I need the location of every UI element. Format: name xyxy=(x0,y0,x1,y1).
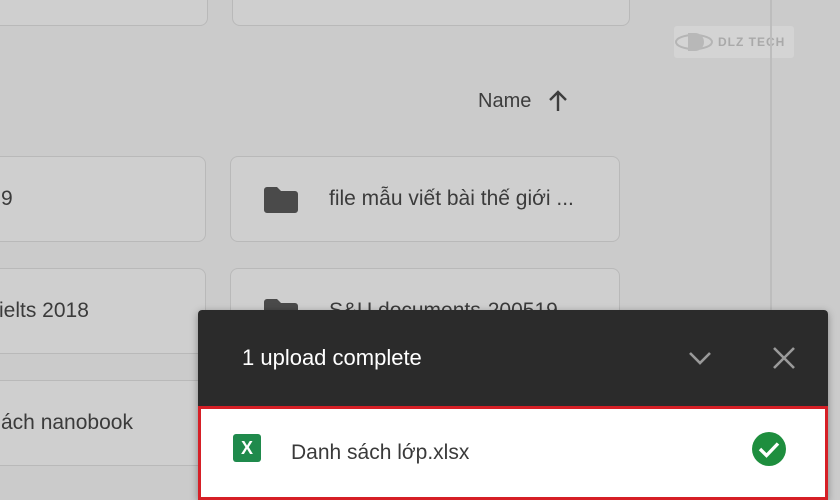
sort-control[interactable]: Name xyxy=(478,86,569,116)
close-icon[interactable] xyxy=(766,340,802,376)
uploaded-file-row[interactable]: X Danh sách lớp.xlsx xyxy=(198,406,828,500)
excel-icon: X xyxy=(233,434,261,462)
folder-card[interactable] xyxy=(232,0,630,26)
arrow-up-icon[interactable] xyxy=(547,89,569,113)
chevron-down-icon[interactable] xyxy=(682,340,718,376)
upload-panel-header: 1 upload complete xyxy=(198,310,828,406)
watermark-text: DLZ TECH xyxy=(718,35,786,49)
folder-name: 9 xyxy=(1,187,13,210)
folder-name: file mẫu viết bài thế giới ... xyxy=(329,187,574,210)
upload-panel: 1 upload complete X Danh sách lớp.xlsx xyxy=(198,310,828,500)
uploaded-file-name: Danh sách lớp.xlsx xyxy=(291,441,470,464)
check-circle-icon xyxy=(752,432,786,466)
watermark: DLZ TECH xyxy=(674,26,794,58)
folder-name: ielts 2018 xyxy=(0,299,89,322)
folder-card[interactable]: ielts 2018 xyxy=(0,268,206,354)
folder-name: ách nanobook xyxy=(1,411,133,434)
folder-card[interactable]: ách nanobook xyxy=(0,380,206,466)
upload-status-title: 1 upload complete xyxy=(242,345,422,370)
folder-icon xyxy=(264,187,298,213)
folder-card[interactable]: 9 xyxy=(0,156,206,242)
dlz-logo-icon xyxy=(675,33,713,51)
folder-card[interactable]: file mẫu viết bài thế giới ... xyxy=(230,156,620,242)
folder-card[interactable] xyxy=(0,0,208,26)
sort-label: Name xyxy=(478,89,532,112)
